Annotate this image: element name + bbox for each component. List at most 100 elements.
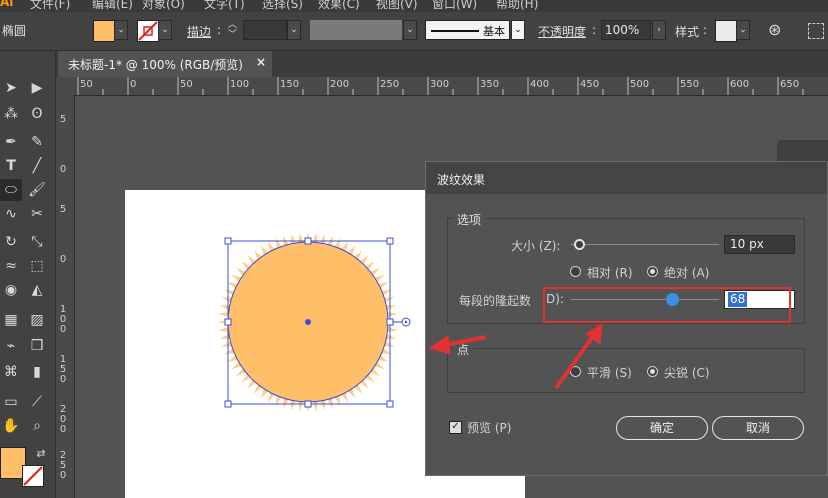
cancel-button[interactable]: 取消 (712, 416, 804, 440)
ruler-label: 1 0 0 (59, 304, 67, 335)
opacity-label[interactable]: 不透明度 (538, 23, 586, 40)
ruler-label: 0 (130, 79, 137, 90)
perspective-grid-icon[interactable]: ◭ (26, 279, 48, 301)
ruler-label: 500 (630, 79, 650, 90)
slice-tool-icon[interactable]: ⟋ (26, 391, 48, 413)
free-transform-icon[interactable]: ⬚ (26, 255, 48, 277)
stroke-color-box[interactable] (22, 465, 44, 487)
preview-label[interactable]: 预览 (P) (467, 419, 511, 436)
brush-dropdown[interactable]: ⌄ (511, 20, 525, 40)
ruler-label: 300 (430, 79, 450, 90)
fill-swatch[interactable] (93, 20, 115, 42)
align-icon[interactable] (808, 23, 824, 39)
ruler-label: 0 (59, 164, 67, 175)
relative-radio[interactable] (570, 266, 581, 277)
style-dropdown[interactable]: ⌄ (736, 20, 750, 40)
brush-basic-label: 基本 (483, 25, 505, 38)
gradient-tool-icon[interactable]: ▨ (26, 309, 48, 331)
size-slider-knob[interactable] (573, 239, 585, 250)
rotate-tool-icon[interactable]: ↻ (0, 231, 22, 253)
menu-view[interactable]: 视图(V) (376, 0, 418, 12)
ruler-label: 0 (59, 254, 67, 265)
ruler-label: 5 (59, 114, 67, 125)
vertical-ruler[interactable]: 5 0 5 0 1 0 0 1 5 0 2 0 0 2 5 0 (56, 95, 75, 498)
relative-label[interactable]: 相对 (R) (587, 264, 633, 281)
paintbrush-icon[interactable]: 🖌︎ (26, 179, 48, 201)
close-tab-icon[interactable]: × (256, 55, 266, 69)
size-input[interactable]: 10 px (724, 235, 795, 254)
opacity-input[interactable]: 100% (601, 20, 651, 40)
ellipse-tool-icon[interactable]: ⬭ (0, 179, 22, 201)
scale-tool-icon[interactable]: ⤡ (26, 231, 48, 253)
preview-checkbox[interactable]: ✓ (449, 421, 462, 434)
ridges-label: 每段的隆起数 (459, 294, 532, 308)
type-tool-icon[interactable]: T (0, 155, 22, 177)
selection-tool-icon[interactable]: ➤ (0, 77, 22, 99)
stroke-weight-dropdown[interactable]: ⌄ (287, 20, 301, 40)
stroke-weight-input[interactable] (243, 20, 287, 40)
menu-window[interactable]: 窗口(W) (432, 0, 477, 12)
profile-dropdown[interactable]: ⌄ (403, 20, 417, 40)
document-tab-title: 未标题-1* @ 100% (RGB/预览) (68, 58, 243, 72)
shape-builder-icon[interactable]: ◉ (0, 279, 22, 301)
stroke-dropdown[interactable]: ⌄ (158, 20, 172, 40)
zoom-tool-icon[interactable]: ⌕ (26, 415, 48, 437)
absolute-label[interactable]: 绝对 (A) (664, 264, 709, 281)
document-tab[interactable]: 未标题-1* @ 100% (RGB/预览) × (58, 51, 272, 77)
menu-edit[interactable]: 编辑(E) (92, 0, 133, 12)
ruler-label: 400 (530, 79, 550, 90)
no-stroke-icon (138, 21, 158, 41)
brush-definition[interactable]: 基本 (425, 20, 510, 40)
stroke-weight-stepper[interactable]: ︿ ﹀ (228, 20, 242, 40)
menu-select[interactable]: 选择(S) (262, 0, 303, 12)
stroke-label[interactable]: 描边 (187, 23, 211, 40)
artboard-tool-icon[interactable]: ▭ (0, 391, 22, 413)
ruler-label: 250 (380, 79, 400, 90)
corner-radio[interactable] (647, 366, 658, 377)
graphic-style-swatch[interactable] (715, 20, 737, 42)
corner-label[interactable]: 尖锐 (C) (664, 364, 710, 381)
size-slider-track[interactable] (571, 244, 719, 245)
hand-tool-icon[interactable]: ✋ (0, 415, 22, 437)
recolor-artwork-icon[interactable]: ⊛ (768, 21, 786, 39)
column-graph-icon[interactable]: ▮ (26, 361, 48, 383)
symbol-sprayer-icon[interactable]: ⌘ (0, 361, 22, 383)
control-bar: 椭圆 ⌄ ⌄ 描边 : ︿ ﹀ ⌄ ⌄ 基本 ⌄ 不透明度 : 100% › 样式… (0, 12, 828, 51)
variable-width-profile[interactable] (310, 20, 402, 40)
ruler-origin[interactable] (56, 77, 74, 95)
menu-file[interactable]: 文件(F) (30, 0, 70, 12)
menu-type[interactable]: 文字(T) (204, 0, 245, 12)
scissors-icon[interactable]: ✂ (26, 203, 48, 225)
blend-tool-icon[interactable]: ❒ (26, 335, 48, 357)
dialog-titlebar[interactable]: 波纹效果 (426, 162, 827, 194)
ruler-label: 350 (480, 79, 500, 90)
fill-dropdown[interactable]: ⌄ (114, 20, 128, 40)
ellipse-artwork[interactable] (210, 222, 420, 422)
mesh-tool-icon[interactable]: ▦ (0, 309, 22, 331)
ruler-label: 1 5 0 (59, 354, 67, 385)
shaper-tool-icon[interactable]: ∿ (0, 203, 22, 225)
line-tool-icon[interactable]: ╱ (26, 155, 48, 177)
curvature-tool-icon[interactable]: ✎ (26, 131, 48, 153)
tools-panel: ➤ ▶ ⁂ ʘ ✒ ✎ T ╱ ⬭ 🖌︎ ∿ ✂ ↻ ⤡ ≈ ⬚ ◉ ◭ ▦ ▨… (0, 51, 56, 498)
menu-object[interactable]: 对象(O) (142, 0, 185, 12)
ruler-label: 50 (180, 79, 193, 90)
ruler-label: 200 (330, 79, 350, 90)
ruler-label: 100 (230, 79, 250, 90)
collapsed-panel[interactable] (777, 140, 828, 162)
menu-effect[interactable]: 效果(C) (318, 0, 360, 12)
absolute-radio[interactable] (647, 266, 658, 277)
ruler-label: 550 (680, 79, 700, 90)
ok-button[interactable]: 确定 (616, 416, 708, 440)
swap-colors-icon[interactable]: ⇄ (30, 443, 52, 465)
menu-help[interactable]: 帮助(H) (496, 0, 538, 12)
opacity-expand[interactable]: › (652, 20, 666, 40)
stroke-swatch[interactable] (137, 20, 159, 42)
direct-selection-tool-icon[interactable]: ▶ (26, 77, 48, 99)
lasso-icon[interactable]: ʘ (26, 103, 48, 125)
magic-wand-icon[interactable]: ⁂ (0, 103, 22, 125)
width-tool-icon[interactable]: ≈ (0, 255, 22, 277)
pen-tool-icon[interactable]: ✒ (0, 131, 22, 153)
eyedropper-icon[interactable]: ⌁ (0, 335, 22, 357)
horizontal-ruler[interactable]: 50 0 50 100 150 200 250 300 350 400 450 … (74, 77, 828, 96)
